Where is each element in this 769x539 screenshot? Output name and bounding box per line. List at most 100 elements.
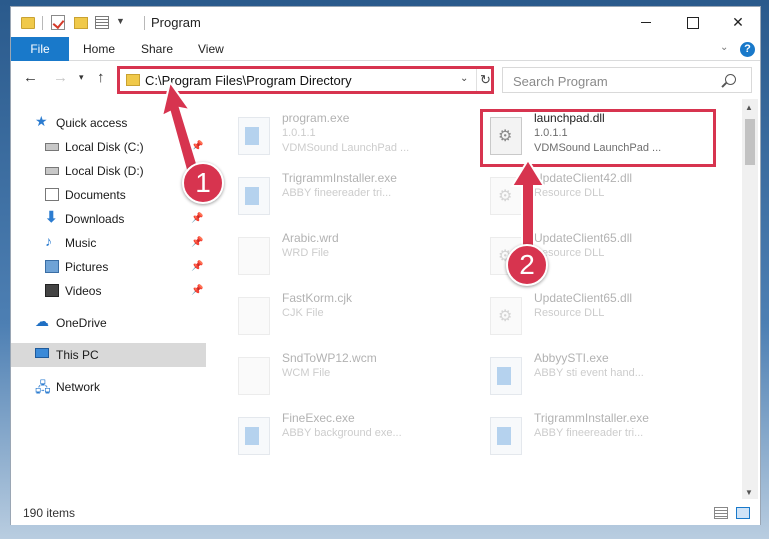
properties-check-icon[interactable] [51,15,65,30]
file-version: 1.0.1.1 [282,127,316,139]
scrollbar-thumb[interactable] [745,119,755,165]
file-icon [238,237,270,275]
sidebar-item-label: Music [65,236,97,250]
tab-view[interactable]: View [188,37,234,61]
music-icon: ♪ [45,233,52,249]
scroll-down-icon[interactable]: ▼ [745,488,753,497]
sidebar-item-label: Network [56,380,101,394]
cloud-icon: ☁ [35,313,49,329]
pin-icon[interactable]: 📌 [191,213,203,224]
file-name: AbbyySTI.exe [534,351,609,365]
file-description: WRD File [282,247,330,259]
file-name: FastKorm.cjk [282,291,353,305]
list-item[interactable]: TrigrammInstaller.exe ABBY fineereader t… [480,409,720,465]
step-badge-2: 2 [506,244,548,286]
tab-home[interactable]: Home [73,37,125,61]
ribbon-tabs: File Home Share View ⌄ ? [11,37,760,61]
sidebar-item-label: Quick access [56,116,128,130]
pin-icon[interactable]: 📌 [191,237,203,248]
file-description: ABBY fineereader tri... [534,427,644,439]
file-name: SndToWP12.wcm [282,351,377,365]
back-button[interactable]: ← [23,69,38,86]
properties-icon[interactable] [95,16,109,29]
annotation-arrow-2 [510,158,546,255]
vertical-scrollbar[interactable]: ▲ ▼ [742,99,758,499]
search-icon[interactable] [725,74,736,85]
maximize-button[interactable] [669,7,715,37]
pin-icon[interactable]: 📌 [191,261,203,272]
file-description: VDMSound LaunchPad ... [282,142,410,154]
scroll-up-icon[interactable]: ▲ [745,103,753,112]
customize-quick-access-icon[interactable]: ▼ [116,16,125,32]
folder-icon [21,17,35,29]
file-description: ABBY fineereader tri... [282,187,392,199]
exe-file-icon [238,117,270,155]
list-item[interactable]: SndToWP12.wcm WCM File [228,349,468,405]
search-input[interactable]: Search Program [502,67,752,93]
list-item[interactable]: FastKorm.cjk CJK File [228,289,468,345]
sidebar-item-label: Documents [65,188,126,202]
expand-ribbon-icon[interactable]: ⌄ [720,42,728,53]
download-icon: ⬇ [45,209,58,226]
navigation-bar: ← → ▾ ↑ C:\Program Files\Program Directo… [11,65,760,95]
new-folder-icon[interactable] [74,17,88,29]
window-title: Program [151,15,201,30]
list-item[interactable]: Arabic.wrd WRD File [228,229,468,285]
search-placeholder: Search Program [513,74,608,89]
file-name: FineExec.exe [282,411,355,425]
file-name: Arabic.wrd [282,231,339,245]
explorer-window: ▼ Program ✕ File Home Share View ⌄ ? ← →… [10,6,761,525]
sidebar-item-videos[interactable]: Videos 📌 [11,279,206,303]
tiles-view-icon[interactable] [736,507,750,519]
sidebar-item-downloads[interactable]: ⬇ Downloads 📌 [11,207,206,231]
file-name: TrigrammInstaller.exe [534,411,649,425]
file-description: CJK File [282,307,324,319]
file-icon [238,357,270,395]
forward-button[interactable]: → [53,69,68,86]
exe-file-icon [238,417,270,455]
file-description: Resource DLL [534,307,605,319]
file-description: ABBY background exe... [282,427,402,439]
toolbar-separator [144,16,145,30]
file-description: WCM File [282,367,331,379]
details-view-icon[interactable] [714,507,728,519]
sidebar-item-label: OneDrive [56,316,107,330]
recent-locations-button[interactable]: ▾ [79,72,84,83]
disk-icon [45,167,59,175]
pictures-icon [45,260,59,273]
toolbar-separator [42,16,43,30]
sidebar-item-pictures[interactable]: Pictures 📌 [11,255,206,279]
sidebar-item-this-pc[interactable]: This PC [11,343,206,367]
file-name: TrigrammInstaller.exe [282,171,397,185]
list-item[interactable]: AbbyySTI.exe ABBY sti event hand... [480,349,720,405]
disk-icon [45,143,59,151]
file-list: program.exe 1.0.1.1 VDMSound LaunchPad .… [208,99,742,499]
status-bar: 190 items [11,501,760,525]
tab-file[interactable]: File [11,37,69,61]
sidebar-item-label: Pictures [65,260,109,274]
pin-icon[interactable]: 📌 [191,285,203,296]
help-icon[interactable]: ? [740,42,755,57]
up-button[interactable]: ↑ [97,69,105,86]
list-item[interactable]: program.exe 1.0.1.1 VDMSound LaunchPad .… [228,109,468,165]
star-icon: ★ [35,113,48,129]
sidebar-item-music[interactable]: ♪ Music 📌 [11,231,206,255]
list-item[interactable]: TrigrammInstaller.exe ABBY fineereader t… [228,169,468,225]
network-icon: 🖧 [35,379,51,395]
list-item[interactable]: UpdateClient65.dll Resource DLL [480,289,720,345]
sidebar-item-label: Local Disk (C:) [65,140,144,154]
file-icon [238,297,270,335]
tab-share[interactable]: Share [131,37,183,61]
pc-icon [35,348,49,358]
exe-file-icon [490,417,522,455]
list-item[interactable]: FineExec.exe ABBY background exe... [228,409,468,465]
sidebar-item-network[interactable]: 🖧 Network [11,375,206,399]
sidebar-item-onedrive[interactable]: ☁ OneDrive [11,311,206,335]
item-count: 190 items [23,506,76,520]
exe-file-icon [238,177,270,215]
close-button[interactable]: ✕ [715,7,761,37]
dll-file-icon [490,297,522,335]
minimize-button[interactable] [623,7,669,37]
file-name: program.exe [282,111,350,125]
sidebar-item-label: Downloads [65,212,125,226]
